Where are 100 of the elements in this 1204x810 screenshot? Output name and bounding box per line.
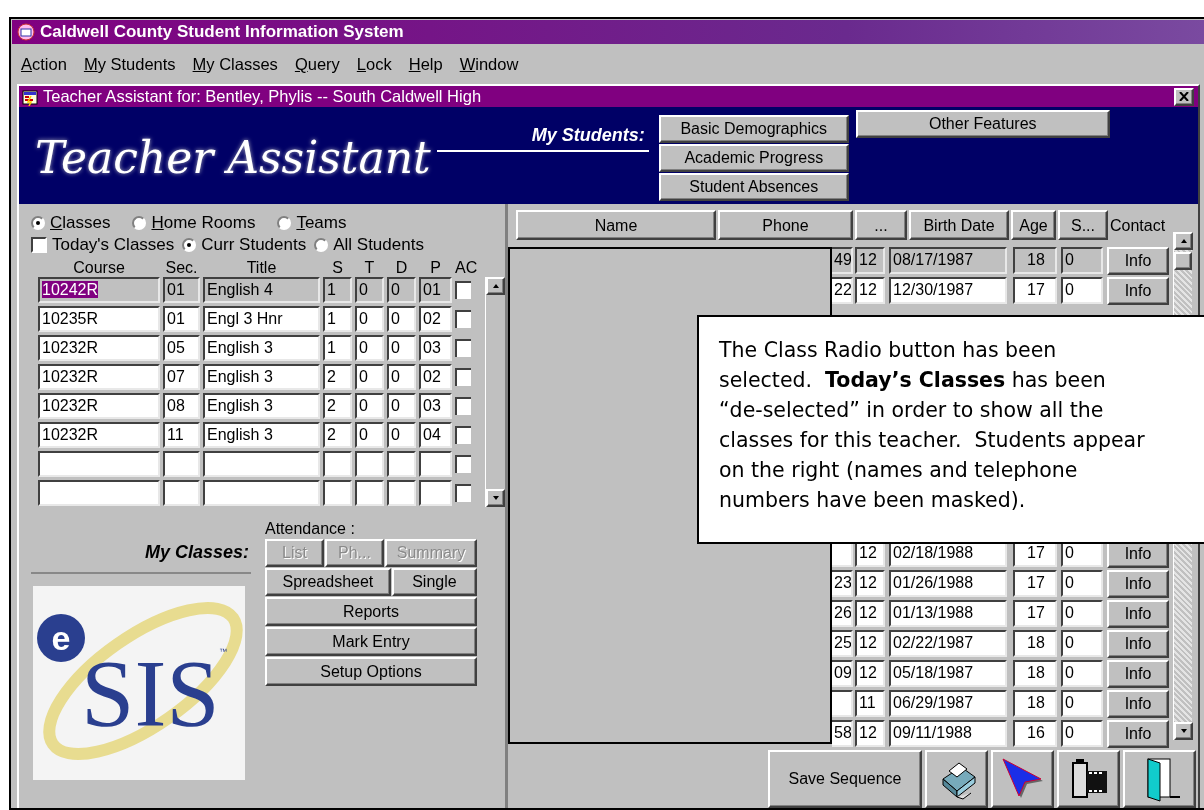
menu-item[interactable]: My Classes	[192, 52, 278, 84]
class-button[interactable]: Reports	[265, 597, 477, 626]
table-cell: 0	[1061, 630, 1103, 657]
table-cell: English 3	[203, 422, 320, 448]
table-cell: 1	[323, 277, 352, 303]
table-cell: 0	[1061, 247, 1103, 274]
table-cell: 22	[832, 277, 853, 304]
table-cell: 0	[1061, 570, 1103, 597]
table-cell: 0	[387, 306, 416, 332]
info-button[interactable]: Info	[1107, 690, 1169, 718]
table-cell: 03	[419, 335, 452, 361]
banner-button[interactable]: Basic Demographics	[658, 115, 849, 143]
column-header: T	[363, 258, 376, 278]
table-cell: 06/29/1987	[889, 690, 1007, 717]
class-button[interactable]: Setup Options	[265, 657, 477, 686]
info-button[interactable]: Info	[1107, 570, 1169, 598]
table-cell: 10232R	[38, 364, 160, 390]
save-sequence-button[interactable]: Save Sequence	[768, 750, 922, 808]
table-cell: 12	[855, 570, 885, 597]
table-cell: 12	[855, 630, 885, 657]
menu-item[interactable]: Lock	[356, 52, 392, 84]
radio-label: Classes	[50, 212, 111, 235]
table-cell: 12	[855, 247, 885, 274]
column-header[interactable]: Birth Date	[909, 210, 1009, 240]
table-cell: 0	[1061, 277, 1103, 304]
table-cell: 0	[387, 277, 416, 303]
table-cell: 0	[387, 335, 416, 361]
table-cell: 0	[387, 393, 416, 419]
column-header: Contact	[1110, 216, 1166, 236]
table-cell: 0	[1061, 600, 1103, 627]
info-button[interactable]: Info	[1107, 660, 1169, 688]
info-button[interactable]: Info	[1107, 600, 1169, 628]
column-header[interactable]: Name	[516, 210, 716, 240]
table-cell: 0	[355, 306, 384, 332]
table-cell: 11	[855, 690, 885, 717]
table-cell: 18	[1013, 630, 1057, 657]
table-cell: English 3	[203, 364, 320, 390]
radio-label: Home Rooms	[151, 212, 256, 235]
column-header[interactable]: Phone	[718, 210, 853, 240]
table-cell: English 3	[203, 393, 320, 419]
class-button[interactable]: Mark Entry	[265, 627, 477, 656]
info-button[interactable]: Info	[1107, 247, 1169, 275]
table-cell: 16	[1013, 720, 1057, 747]
column-header: AC	[455, 258, 477, 278]
banner-button[interactable]: Academic Progress	[658, 144, 849, 172]
table-cell: English 3	[203, 335, 320, 361]
column-header[interactable]: ...	[855, 210, 907, 240]
table-cell: 12	[855, 277, 885, 304]
column-header: D	[394, 258, 409, 278]
table-cell: 49	[832, 247, 853, 274]
table-cell: 01	[163, 277, 200, 303]
table-cell: 02/22/1987	[889, 630, 1007, 657]
column-header[interactable]: Age	[1011, 210, 1056, 240]
info-button[interactable]: Info	[1107, 720, 1169, 748]
table-cell: 0	[1061, 660, 1103, 687]
table-cell: 10232R	[38, 335, 160, 361]
menu-item[interactable]: Help	[408, 52, 443, 84]
table-cell: 1	[323, 306, 352, 332]
table-cell: 10242R	[38, 277, 160, 303]
info-button[interactable]: Info	[1107, 630, 1169, 658]
info-button[interactable]: Info	[1107, 277, 1169, 305]
attendance-button[interactable]: Single	[391, 568, 477, 596]
menu-item[interactable]: My Students	[83, 52, 176, 84]
attendance-button[interactable]: Spreadsheet	[265, 568, 391, 596]
table-cell: 25	[832, 630, 853, 657]
other-features-button[interactable]: Other Features	[855, 110, 1110, 138]
section-label: My Students:	[436, 121, 649, 152]
table-cell: 11	[163, 422, 200, 448]
menu-item[interactable]: Window	[459, 52, 519, 84]
table-cell: 0	[355, 335, 384, 361]
section-label: My Classes:	[31, 539, 251, 574]
table-cell: 10232R	[38, 393, 160, 419]
table-cell: 09/11/1988	[889, 720, 1007, 747]
table-cell: 17	[1013, 600, 1057, 627]
table-cell: 0	[355, 277, 384, 303]
table-cell: 0	[387, 364, 416, 390]
radio-label: Teams	[296, 212, 347, 235]
table-cell: 08	[163, 393, 200, 419]
column-header[interactable]: S...	[1058, 210, 1108, 240]
banner-button[interactable]: Student Absences	[658, 173, 849, 201]
table-cell: 18	[1013, 690, 1057, 717]
table-cell: English 4	[203, 277, 320, 303]
table-cell: 23	[832, 570, 853, 597]
column-header: Sec.	[164, 258, 199, 278]
table-cell: 0	[1061, 690, 1103, 717]
menu-item[interactable]: Query	[294, 52, 340, 84]
table-cell: 1	[323, 335, 352, 361]
table-cell: 04	[419, 422, 452, 448]
menu-item[interactable]: Action	[21, 52, 67, 84]
inner-window-title: Teacher Assistant for: Bentley, Phylis -- South Caldwell High	[43, 86, 483, 107]
window-title: Caldwell County Student Information System	[40, 21, 404, 43]
table-cell: 0	[387, 422, 416, 448]
table-cell: 2	[323, 422, 352, 448]
table-cell: 0	[1061, 720, 1103, 747]
table-cell: 01/26/1988	[889, 570, 1007, 597]
table-cell: 02	[419, 364, 452, 390]
table-cell: 0	[355, 364, 384, 390]
table-cell: 26	[832, 600, 853, 627]
checkbox-label: Today's Classes	[52, 234, 175, 257]
table-cell: 0	[355, 422, 384, 448]
